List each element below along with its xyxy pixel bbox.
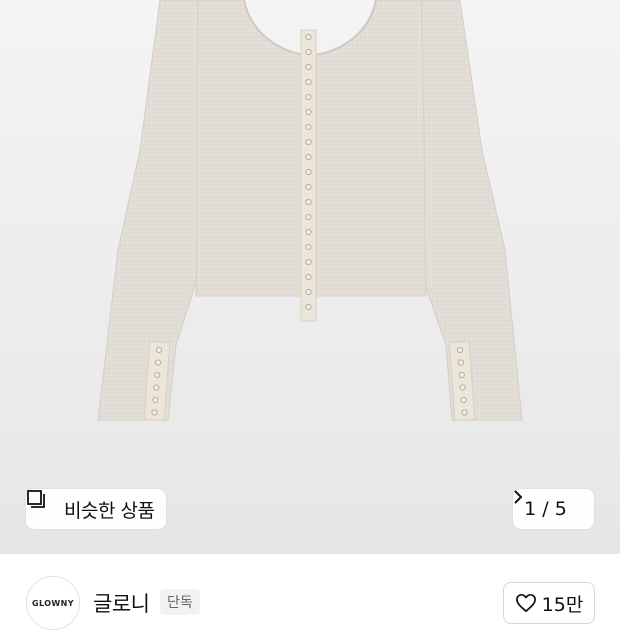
exclusive-badge: 단독 [160,589,200,615]
brand-name[interactable]: 글로니 [93,588,150,618]
chevron-right-icon [514,490,583,517]
product-image [97,0,523,422]
like-count: 15만 [541,593,584,616]
similar-products-label: 비슷한 상품 [64,499,155,522]
page-indicator-text: 1 / 5 [524,498,567,520]
similar-products-button[interactable]: 비슷한 상품 [26,489,167,529]
similar-products-icon [27,490,58,519]
image-page-indicator[interactable]: 1 / 5 [513,489,594,529]
brand-logo-text: GLOWNY [32,598,74,608]
heart-icon [515,593,537,613]
product-image-gallery[interactable]: 비슷한 상품 1 / 5 [0,0,620,554]
like-button[interactable]: 15만 [503,582,595,624]
brand-logo[interactable]: GLOWNY [26,576,80,630]
